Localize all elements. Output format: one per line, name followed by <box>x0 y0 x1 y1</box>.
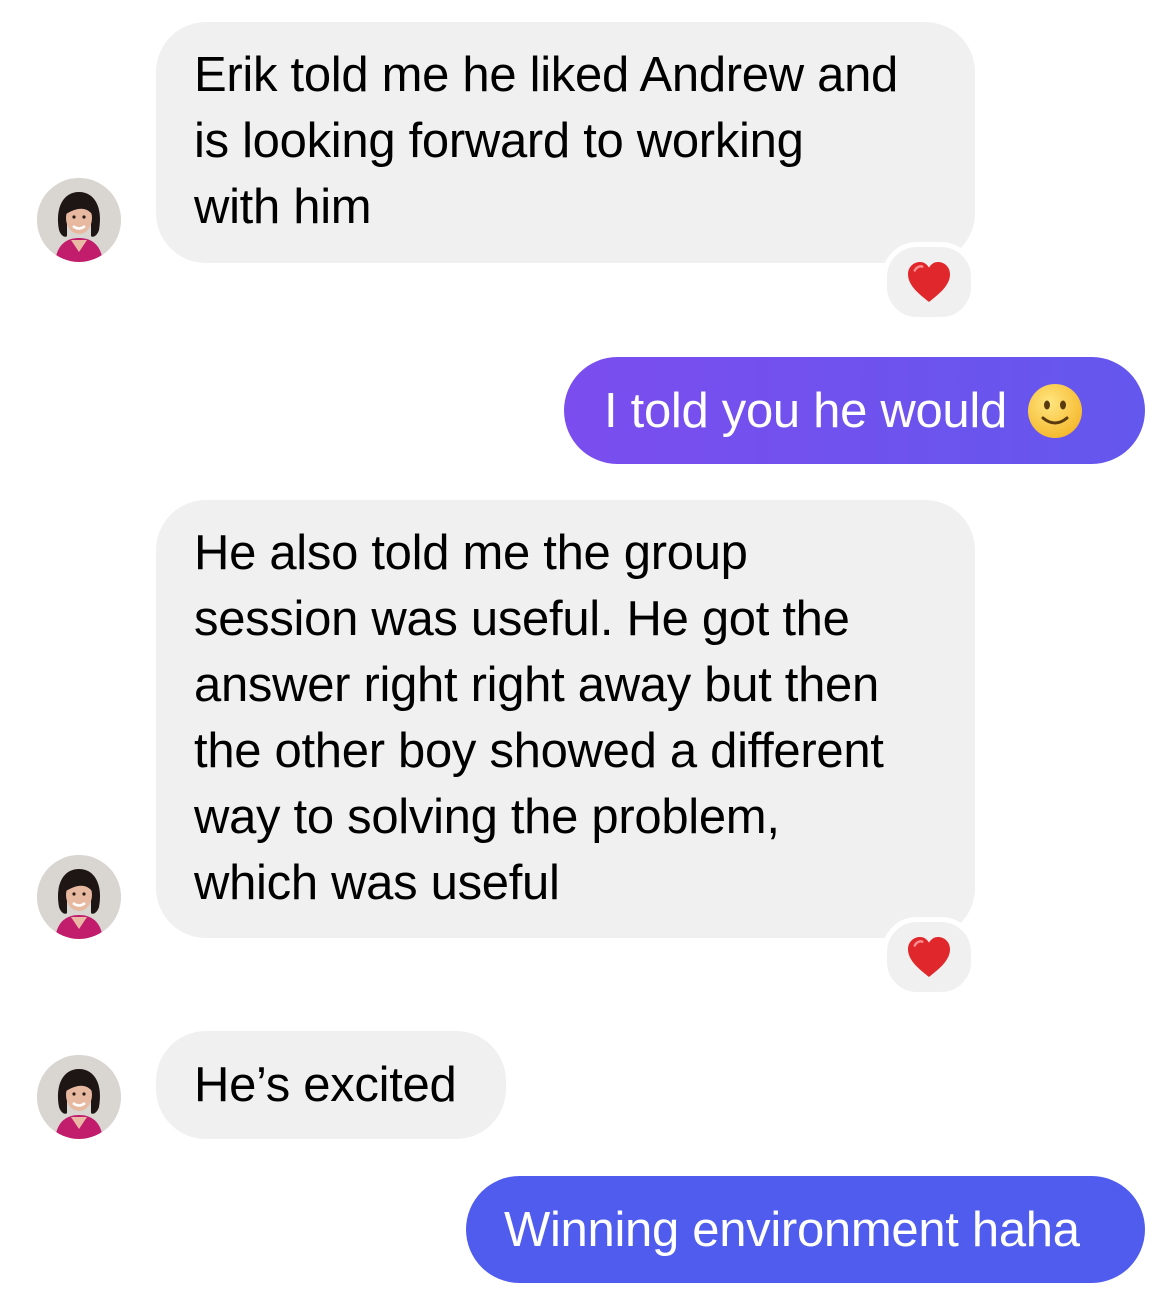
reaction-badge[interactable] <box>882 917 976 997</box>
heart-icon <box>906 261 952 303</box>
message-text-line: session was useful. He got the <box>194 592 850 646</box>
message-text-line: Erik told me he liked Andrew and <box>194 48 899 102</box>
message-text: Winning environment haha <box>504 1202 1080 1257</box>
message-bubble-outgoing[interactable]: Winning environment haha <box>466 1176 1145 1283</box>
avatar[interactable] <box>37 855 121 939</box>
message-bubble-incoming[interactable]: Erik told me he liked Andrew and is look… <box>156 22 975 263</box>
avatar-photo <box>37 855 121 939</box>
avatar-photo <box>37 1055 121 1139</box>
message-text: He’s excited <box>194 1058 457 1112</box>
avatar[interactable] <box>37 178 121 262</box>
message-text-line: way to solving the problem, <box>194 790 780 844</box>
message-text-line: with him <box>194 180 372 234</box>
slightly-smiling-face-icon <box>1027 383 1082 438</box>
message-text-line: answer right right away but then <box>194 658 879 712</box>
avatar-photo <box>37 178 121 262</box>
message-text-line: He also told me the group <box>194 526 748 580</box>
message-bubble-outgoing[interactable]: I told you he would <box>564 357 1145 464</box>
message-text: I told you he would <box>604 383 1007 438</box>
heart-icon <box>906 936 952 978</box>
reaction-badge[interactable] <box>882 242 976 322</box>
message-bubble-incoming[interactable]: He also told me the group session was us… <box>156 500 975 938</box>
avatar[interactable] <box>37 1055 121 1139</box>
message-text-line: is looking forward to working <box>194 114 804 168</box>
message-bubble-incoming[interactable]: He’s excited <box>156 1031 506 1139</box>
message-text-line: which was useful <box>194 856 560 910</box>
message-text-line: the other boy showed a different <box>194 724 884 778</box>
